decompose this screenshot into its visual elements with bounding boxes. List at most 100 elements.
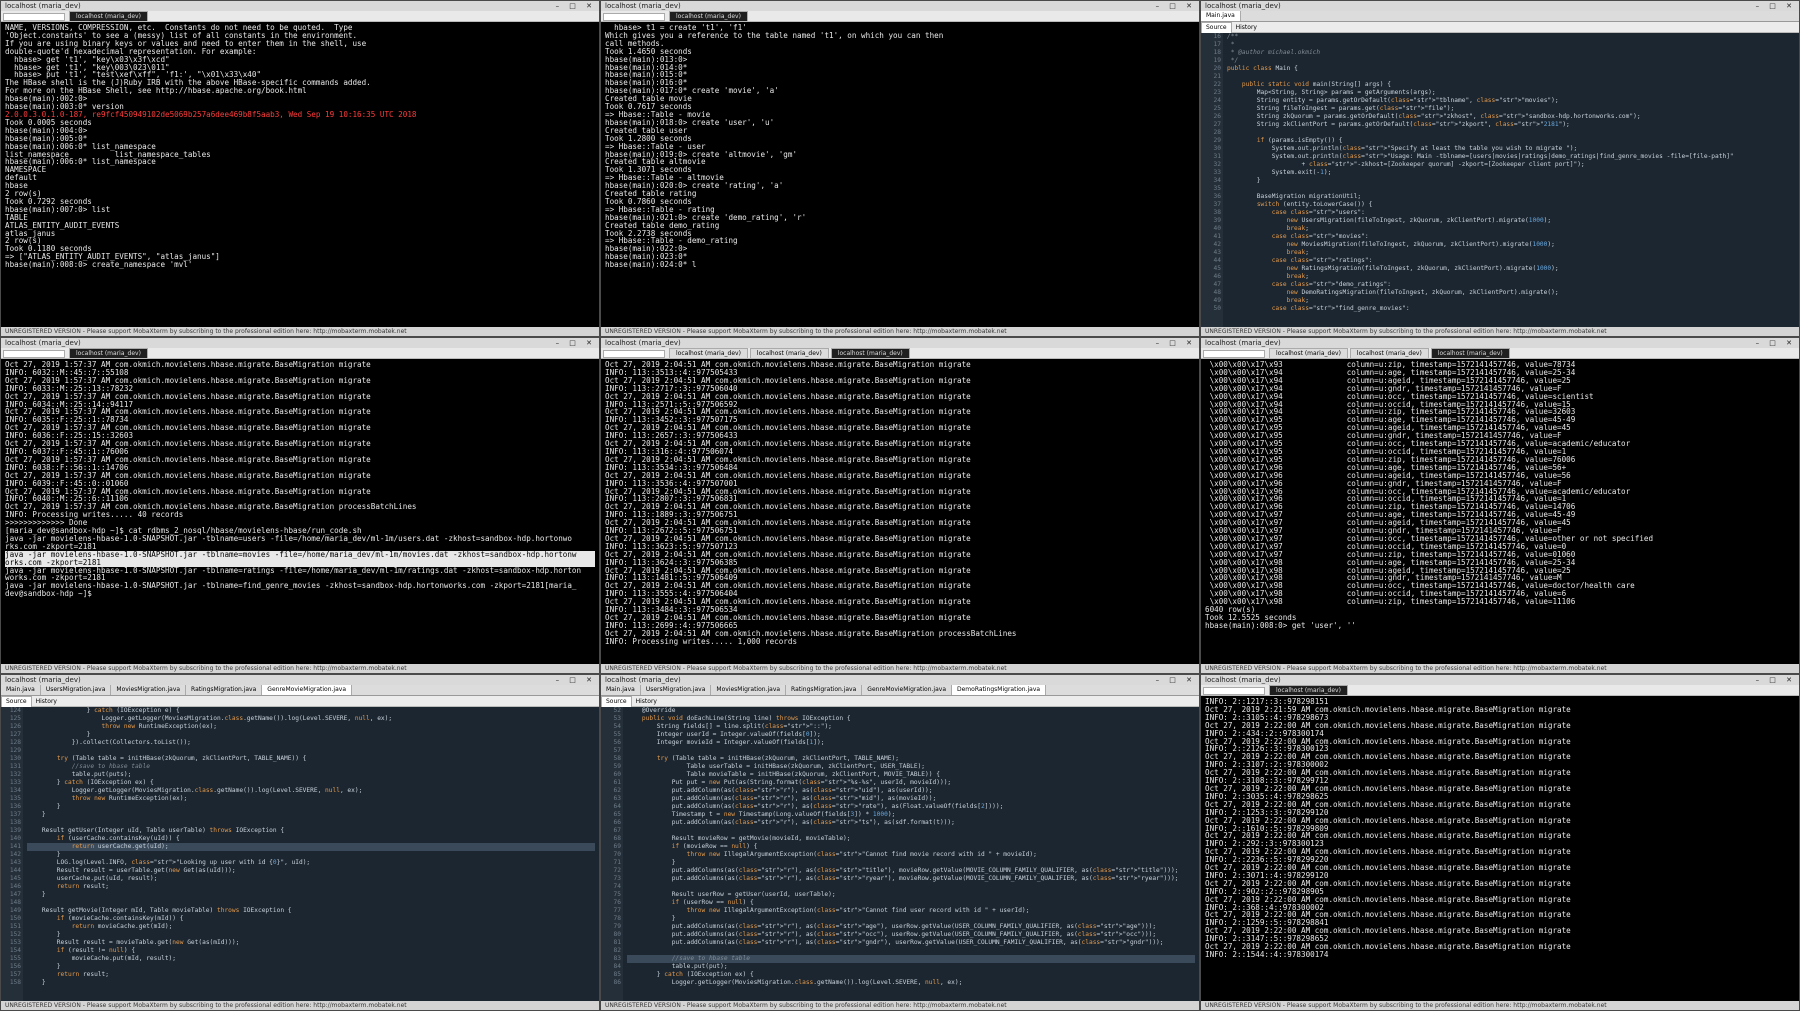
window-titlebar[interactable]: localhost (maria_dev) – □ ✕ xyxy=(1,338,599,348)
session-tab[interactable]: localhost (maria_dev) xyxy=(1430,348,1510,358)
quick-connect-input[interactable] xyxy=(3,349,65,358)
code-body[interactable]: @Override public void doEachLine(String … xyxy=(627,707,1195,1003)
window-controls[interactable]: – □ ✕ xyxy=(1756,338,1796,348)
window-titlebar[interactable]: localhost (maria_dev) – □ ✕ xyxy=(1201,338,1799,348)
session-tab[interactable]: localhost (maria_dev) xyxy=(669,348,748,358)
editor-tab[interactable]: DemoRatingsMigration.java xyxy=(952,685,1047,695)
editor-tab[interactable]: UsersMigration.java xyxy=(41,685,112,695)
quick-connect-input[interactable] xyxy=(1203,686,1265,695)
terminal-line: hbase(main):007:0> list xyxy=(5,204,111,214)
window-controls[interactable]: – □ ✕ xyxy=(556,1,596,11)
editor-mode-history[interactable]: History xyxy=(1232,23,1261,33)
window-controls[interactable]: – □ ✕ xyxy=(1156,675,1196,685)
code-body[interactable]: /** * * @author michael.okmich */public … xyxy=(1227,33,1795,329)
line-number: 29 xyxy=(1213,137,1221,144)
line-number: 35 xyxy=(1213,185,1221,192)
line-number: 16 xyxy=(1213,33,1221,40)
line-number: 23 xyxy=(1213,89,1221,96)
session-tab[interactable]: localhost (maria_dev) xyxy=(69,348,148,358)
editor-tab[interactable]: RatingsMigration.java xyxy=(186,685,263,695)
status-bar: UNREGISTERED VERSION - Please support Mo… xyxy=(601,1001,1199,1010)
window-titlebar[interactable]: localhost (maria_dev) – □ ✕ xyxy=(1,675,599,685)
session-tab[interactable]: localhost (maria_dev) xyxy=(1349,348,1429,358)
window-2[interactable]: localhost (maria_dev) – □ ✕ localhost (mar… xyxy=(600,0,1200,337)
window-controls[interactable]: – □ ✕ xyxy=(1756,675,1796,685)
session-tab[interactable]: localhost (maria_dev) xyxy=(69,11,148,21)
terminal-line: 2 row(s) xyxy=(5,236,42,246)
editor-mode-history[interactable]: History xyxy=(632,697,661,707)
terminal-line: Created table user xyxy=(605,125,688,135)
terminal-output[interactable]: Oct 27, 2019 1:57:37 AM com.okmich.movie… xyxy=(1,359,599,670)
window-7[interactable]: localhost (maria_dev) – □ ✕ Main.java Users… xyxy=(0,674,600,1011)
quick-connect-input[interactable] xyxy=(603,12,665,21)
window-titlebar[interactable]: localhost (maria_dev) – □ ✕ xyxy=(1201,675,1799,685)
editor-tab[interactable]: Main.java xyxy=(1,685,41,695)
code-line: Timestamp t = new Timestamp(Long.valueOf… xyxy=(627,811,896,818)
code-line: put.addColumn(as(class="str">"r"), as(cl… xyxy=(627,795,937,802)
session-tab[interactable]: localhost (maria_dev) xyxy=(1269,685,1348,695)
editor-tab[interactable]: Main.java xyxy=(1201,11,1241,21)
session-tabbar: localhost (maria_dev) xyxy=(1201,685,1799,696)
editor-mode-history[interactable]: History xyxy=(32,697,61,707)
window-9[interactable]: localhost (maria_dev) – □ ✕ localhost (mar… xyxy=(1200,674,1800,1011)
editor-tab[interactable]: GenreMovieMigration.java xyxy=(262,685,352,695)
editor-tab[interactable]: MoviesMigration.java xyxy=(111,685,187,695)
line-number: 24 xyxy=(1213,97,1221,104)
window-titlebar[interactable]: localhost (maria_dev) – □ ✕ xyxy=(601,675,1199,685)
code-line: Result getUser(Integer uId, Table userTa… xyxy=(27,827,285,834)
window-5[interactable]: localhost (maria_dev) – □ ✕ localhost (mar… xyxy=(600,337,1200,674)
editor-tab[interactable]: RatingsMigration.java xyxy=(786,685,863,695)
window-1[interactable]: localhost (maria_dev) – □ ✕ localhost (mar… xyxy=(0,0,600,337)
line-number: 20 xyxy=(1213,65,1221,72)
window-titlebar[interactable]: localhost (maria_dev) – □ ✕ xyxy=(1201,1,1799,11)
window-titlebar[interactable]: localhost (maria_dev) – □ ✕ xyxy=(1,1,599,11)
window-controls[interactable]: – □ ✕ xyxy=(1156,1,1196,11)
line-number: 141 xyxy=(9,843,21,850)
line-number: 56 xyxy=(613,739,621,746)
code-editor[interactable]: 124 125 126 127 128 129 130 131 132 133 134 135 136 1… xyxy=(1,707,599,1003)
editor-tab[interactable]: Main.java xyxy=(601,685,641,695)
window-6[interactable]: localhost (maria_dev) – □ ✕ localhost (mar… xyxy=(1200,337,1800,674)
terminal-output[interactable]: hbase> t1 = create 't1', 'f1' Which gives… xyxy=(601,22,1199,333)
code-line: if (userCache.containsKey(uId)) { xyxy=(56,835,180,842)
window-controls[interactable]: – □ ✕ xyxy=(556,675,596,685)
quick-connect-input[interactable] xyxy=(603,349,665,358)
code-body[interactable]: } catch (IOException e) { Logger.getLogg… xyxy=(27,707,595,1003)
code-line: put.addColumns(as(class="str">"r"), as(c… xyxy=(627,867,1179,874)
line-number: 133 xyxy=(9,779,21,786)
terminal-output[interactable]: NAME, VERSIONS, COMPRESSION, etc. Consta… xyxy=(1,22,599,333)
session-tab[interactable]: localhost (maria_dev) xyxy=(1269,348,1348,358)
terminal-output[interactable]: INFO: 2::1217::3::978298151 Oct 27, 2019 … xyxy=(1201,696,1799,1007)
window-titlebar[interactable]: localhost (maria_dev) – □ ✕ xyxy=(601,338,1199,348)
editor-tab[interactable]: UsersMigration.java xyxy=(641,685,712,695)
window-titlebar[interactable]: localhost (maria_dev) – □ ✕ xyxy=(601,1,1199,11)
window-4[interactable]: localhost (maria_dev) – □ ✕ localhost (mar… xyxy=(0,337,600,674)
terminal-line: NAMESPACE xyxy=(5,165,47,175)
line-number: 83 xyxy=(613,955,621,962)
editor-tab[interactable]: MoviesMigration.java xyxy=(711,685,787,695)
terminal-output[interactable]: \x00\x00\x17\x93 column=u:zip, timestamp… xyxy=(1201,359,1799,670)
line-number: 67 xyxy=(613,827,621,834)
window-controls[interactable]: – □ ✕ xyxy=(556,338,596,348)
line-number: 22 xyxy=(1213,81,1221,88)
line-number: 72 xyxy=(613,867,621,874)
session-tab[interactable]: localhost (maria_dev) xyxy=(749,348,829,358)
session-tab[interactable]: localhost (maria_dev) xyxy=(830,348,910,358)
code-editor[interactable]: 16 17 18 19 20 21 22 23 24 25 26 27 28 29 30 31 32 33 34 35… xyxy=(1201,33,1799,329)
line-number: 68 xyxy=(613,835,621,842)
editor-tabs: Main.java xyxy=(1201,11,1799,22)
editor-tab[interactable]: GenreMovieMigration.java xyxy=(862,685,952,695)
window-controls[interactable]: – □ ✕ xyxy=(1756,1,1796,11)
quick-connect-input[interactable] xyxy=(1203,349,1265,358)
code-editor[interactable]: 52 53 54 55 56 57 58 59 60 61 62 63 64 65 66 67 68 69 70 71… xyxy=(601,707,1199,1003)
session-tab[interactable]: localhost (maria_dev) xyxy=(669,11,748,21)
window-3[interactable]: localhost (maria_dev) – □ ✕ Main.java Sourc… xyxy=(1200,0,1800,337)
terminal-output[interactable]: Oct 27, 2019 2:04:51 AM com.okmich.movie… xyxy=(601,359,1199,670)
code-line: Result result = userTable.get(new Get(as… xyxy=(27,867,236,874)
terminal-line: hbase(main):013:0> xyxy=(605,54,688,64)
quick-connect-input[interactable] xyxy=(3,12,65,21)
window-8[interactable]: localhost (maria_dev) – □ ✕ Main.java Users… xyxy=(600,674,1200,1011)
window-controls[interactable]: – □ ✕ xyxy=(1156,338,1196,348)
